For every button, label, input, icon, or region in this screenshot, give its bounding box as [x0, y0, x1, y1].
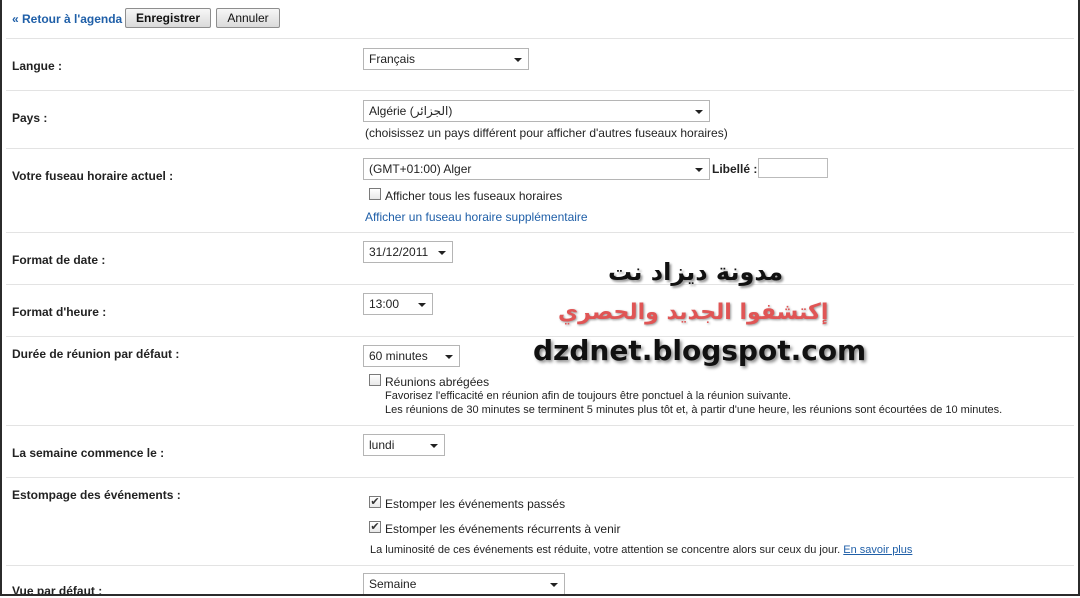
divider	[6, 90, 1074, 91]
checkmark-icon: ✔	[370, 496, 380, 508]
event-dimming-desc: La luminosité de ces événements est rédu…	[370, 544, 913, 556]
back-to-calendar-link[interactable]: « Retour à l'agenda	[12, 12, 122, 26]
divider	[6, 425, 1074, 426]
country-label: Pays :	[12, 111, 48, 125]
date-format-label: Format de date :	[12, 253, 106, 267]
cancel-button[interactable]: Annuler	[216, 8, 280, 28]
short-meetings-label: Réunions abrégées	[385, 375, 490, 389]
meeting-duration-value: 60 minutes	[369, 349, 428, 363]
week-start-value: lundi	[369, 438, 395, 452]
default-view-value: Semaine	[369, 577, 417, 591]
divider	[6, 284, 1074, 285]
chevron-down-icon	[438, 251, 446, 255]
divider	[6, 477, 1074, 478]
divider	[6, 148, 1074, 149]
date-format-select[interactable]: 31/12/2011	[363, 241, 453, 263]
timezone-value: (GMT+01:00) Alger	[369, 162, 472, 176]
country-hint: (choisissez un pays différent pour affic…	[365, 126, 728, 140]
show-all-timezones-checkbox[interactable]	[369, 188, 381, 200]
show-all-timezones-label: Afficher tous les fuseaux horaires	[385, 189, 563, 203]
timezone-libelle-label: Libellé :	[712, 162, 758, 176]
timezone-select[interactable]: (GMT+01:00) Alger	[363, 158, 710, 180]
divider	[6, 38, 1074, 39]
learn-more-link[interactable]: En savoir plus	[843, 544, 912, 556]
divider	[6, 565, 1074, 566]
watermark-tagline: إكتشفوا الجديد والحصري	[558, 300, 829, 325]
default-view-label: Vue par défaut :	[12, 584, 103, 596]
chevron-down-icon	[695, 110, 703, 114]
week-start-select[interactable]: lundi	[363, 434, 445, 456]
week-start-label: La semaine commence le :	[12, 446, 165, 460]
date-format-value: 31/12/2011	[369, 245, 429, 259]
event-dimming-label: Estompage des événements :	[12, 488, 181, 502]
meeting-duration-label: Durée de réunion par défaut :	[12, 347, 180, 361]
short-meetings-desc-1: Favorisez l'efficacité en réunion afin d…	[385, 390, 792, 402]
checkmark-icon: ✔	[370, 521, 380, 533]
timezone-libelle-input[interactable]	[758, 158, 828, 178]
settings-panel: « Retour à l'agenda Enregistrer Annuler …	[0, 0, 1080, 596]
dim-recurring-events-label: Estomper les événements récurrents à ven…	[385, 522, 621, 536]
save-button[interactable]: Enregistrer	[125, 8, 211, 28]
short-meetings-desc-2: Les réunions de 30 minutes se terminent …	[385, 404, 1003, 416]
language-select[interactable]: Français	[363, 48, 529, 70]
chevron-down-icon	[445, 355, 453, 359]
dim-recurring-events-checkbox[interactable]: ✔	[369, 521, 381, 533]
time-format-select[interactable]: 13:00	[363, 293, 433, 315]
chevron-down-icon	[695, 168, 703, 172]
dim-past-events-label: Estomper les événements passés	[385, 497, 566, 511]
language-label: Langue :	[12, 59, 62, 73]
watermark-title: مدونة ديزاد نت	[608, 258, 784, 286]
divider	[6, 232, 1074, 233]
language-value: Français	[369, 52, 416, 66]
additional-timezone-link[interactable]: Afficher un fuseau horaire supplémentair…	[365, 210, 588, 224]
chevron-down-icon	[514, 58, 522, 62]
chevron-down-icon	[430, 444, 438, 448]
time-format-value: 13:00	[369, 297, 400, 311]
default-view-select[interactable]: Semaine	[363, 573, 565, 594]
chevron-down-icon	[550, 583, 558, 587]
meeting-duration-select[interactable]: 60 minutes	[363, 345, 460, 367]
time-format-label: Format d'heure :	[12, 305, 107, 319]
country-value: Algérie (الجزائر)	[369, 104, 453, 118]
dim-past-events-checkbox[interactable]: ✔	[369, 496, 381, 508]
country-select[interactable]: Algérie (الجزائر)	[363, 100, 710, 122]
watermark-url: dzdnet.blogspot.com	[533, 334, 867, 367]
short-meetings-checkbox[interactable]	[369, 374, 381, 386]
timezone-label: Votre fuseau horaire actuel :	[12, 169, 174, 183]
chevron-down-icon	[418, 303, 426, 307]
